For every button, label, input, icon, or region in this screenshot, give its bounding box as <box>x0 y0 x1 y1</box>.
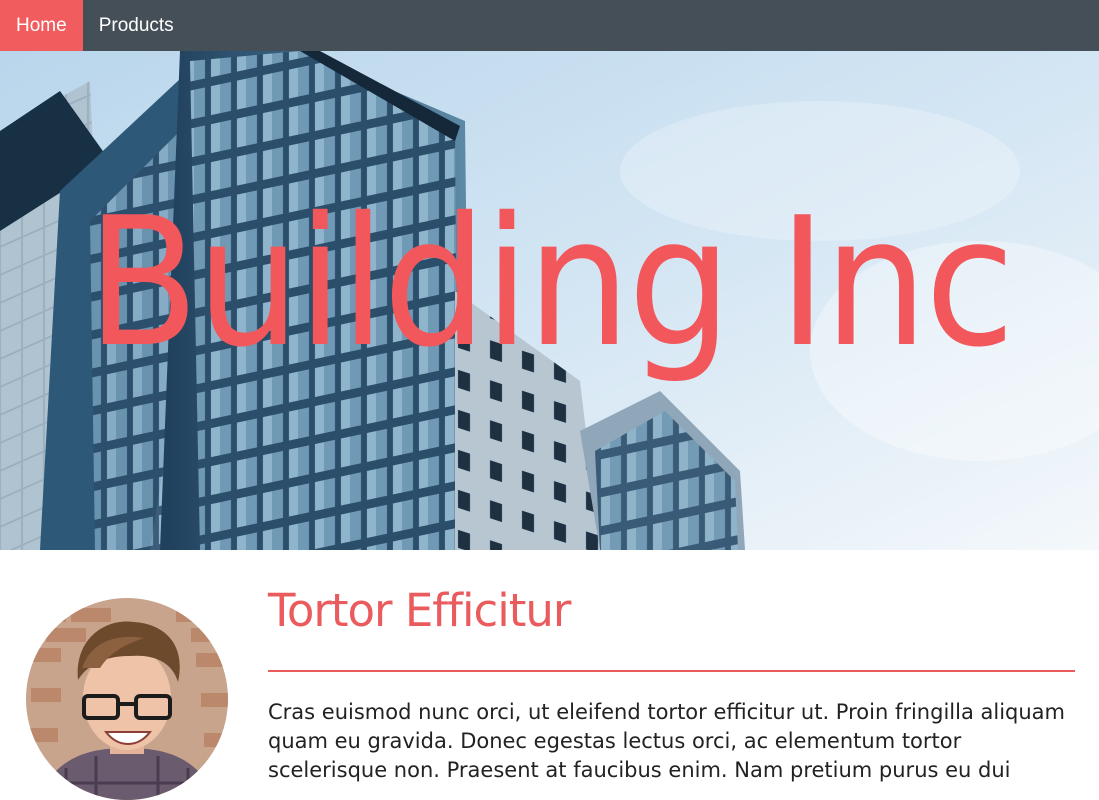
person-photo <box>26 598 228 800</box>
top-nav: Home Products <box>0 0 1099 51</box>
content-section: Tortor Efficitur Cras euismod nunc orci,… <box>0 550 1099 800</box>
article-body: Cras euismod nunc orci, ut eleifend tort… <box>268 699 1065 782</box>
hero-title: Building Inc <box>86 179 1015 386</box>
article: Tortor Efficitur Cras euismod nunc orci,… <box>268 586 1076 785</box>
nav-item-products[interactable]: Products <box>83 0 190 51</box>
avatar <box>26 598 228 800</box>
nav-item-home[interactable]: Home <box>0 0 83 51</box>
article-title: Tortor Efficitur <box>268 584 571 637</box>
hero-banner: Building Inc <box>0 51 1099 550</box>
divider <box>268 669 1075 672</box>
